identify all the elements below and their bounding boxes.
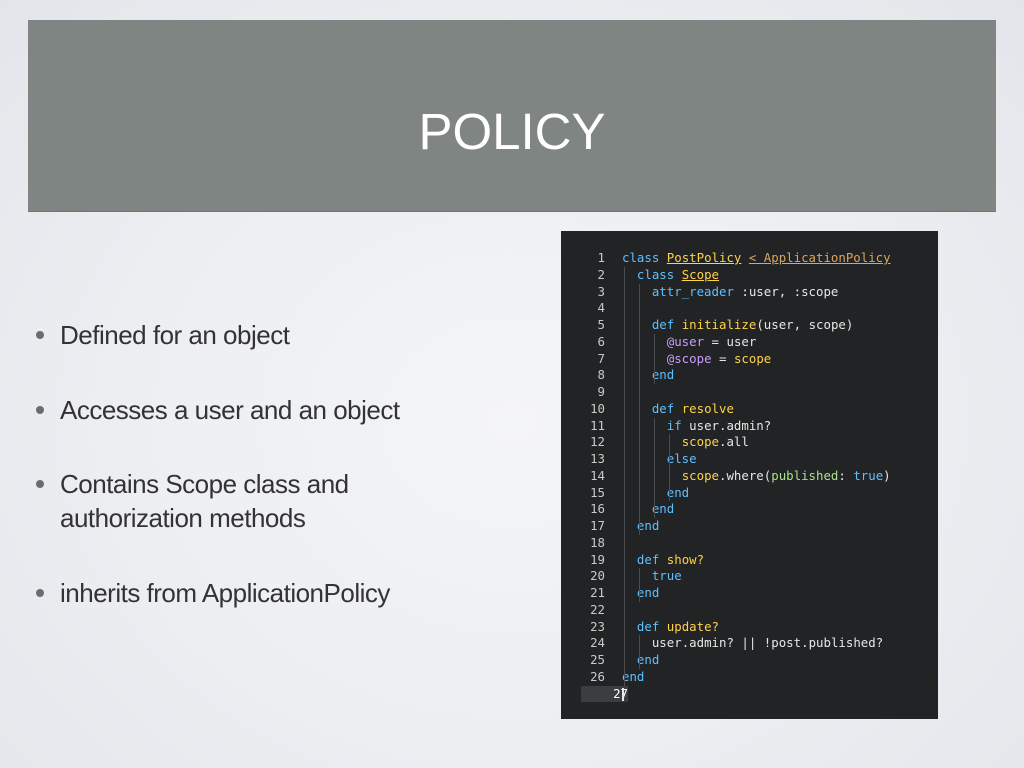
indent-guide [638,568,640,602]
code-text: def update? [636,618,719,634]
code-text: if user.admin? [666,417,772,433]
line-number: 2 [597,266,605,282]
title-banner: POLICY [28,20,996,212]
line-number: 8 [597,367,605,383]
code-text: end [636,518,660,533]
line-number: 26 [590,668,605,684]
line-number: 19 [590,551,605,567]
code-editor-screenshot: 1 class PostPolicy < ApplicationPolicy 2 c… [561,231,938,719]
line-number: 27 [581,685,628,703]
indent-guide [638,283,640,535]
code-text: @user = user [666,333,757,349]
indent-guide [653,417,655,518]
code-text: end [651,367,675,383]
bullet-dot-icon [36,589,44,597]
code-text: scope.all [681,434,749,450]
code-text: true [651,568,682,584]
line-number: 15 [590,484,605,500]
indent-guide [624,266,625,686]
code-text: end [636,585,660,600]
line-number: 21 [590,585,605,600]
bullet-text: Accesses a user and an object [60,395,400,425]
line-number: 17 [590,518,605,533]
line-number: 1 [597,250,605,265]
indent-guide [668,467,670,502]
code-text: end [622,668,645,684]
bullet-dot-icon [36,480,44,488]
line-number: 25 [590,652,605,667]
code-text: attr_reader :user, :scope [651,283,839,299]
line-number: 16 [590,501,605,517]
code-text: end [651,501,675,517]
line-number: 9 [597,384,605,399]
code-text: class Scope [636,266,720,282]
code-text: def show? [636,551,705,567]
line-number: 14 [590,467,605,483]
line-number: 20 [590,568,605,584]
bullet-text: inherits from ApplicationPolicy [60,578,390,608]
code-text: user.admin? || !post.published? [651,635,884,651]
line-number: 13 [590,451,605,466]
line-number: 5 [597,317,605,332]
bullet-dot-icon [36,331,44,339]
line-number: 3 [597,283,605,299]
line-number: 23 [590,618,605,634]
code-text: end [636,652,660,667]
code-text: end [666,484,690,500]
line-number: 7 [597,350,605,366]
indent-guide [668,434,670,468]
code-text: scope.where(published: true) [681,467,891,483]
line-number: 24 [590,635,605,651]
code-text: class PostPolicy < ApplicationPolicy [622,250,891,265]
text-caret-icon [622,687,624,701]
line-number: 4 [597,300,605,316]
line-number: 18 [590,534,605,550]
line-number: 22 [590,601,605,617]
bullet-text: Defined for an object [60,320,290,350]
line-number: 10 [590,400,605,416]
bullet-text: Contains Scope class and authorization m… [60,469,349,533]
slide-title: POLICY [418,103,606,160]
bullet-dot-icon [36,406,44,414]
line-number: 12 [590,434,605,450]
code-text: else [666,451,697,466]
code-text: def initialize(user, scope) [651,317,854,332]
indent-guide [653,333,655,384]
line-number: 11 [590,417,605,433]
line-number: 6 [597,333,605,349]
code-text: @scope = scope [666,350,772,366]
indent-guide [638,635,640,669]
